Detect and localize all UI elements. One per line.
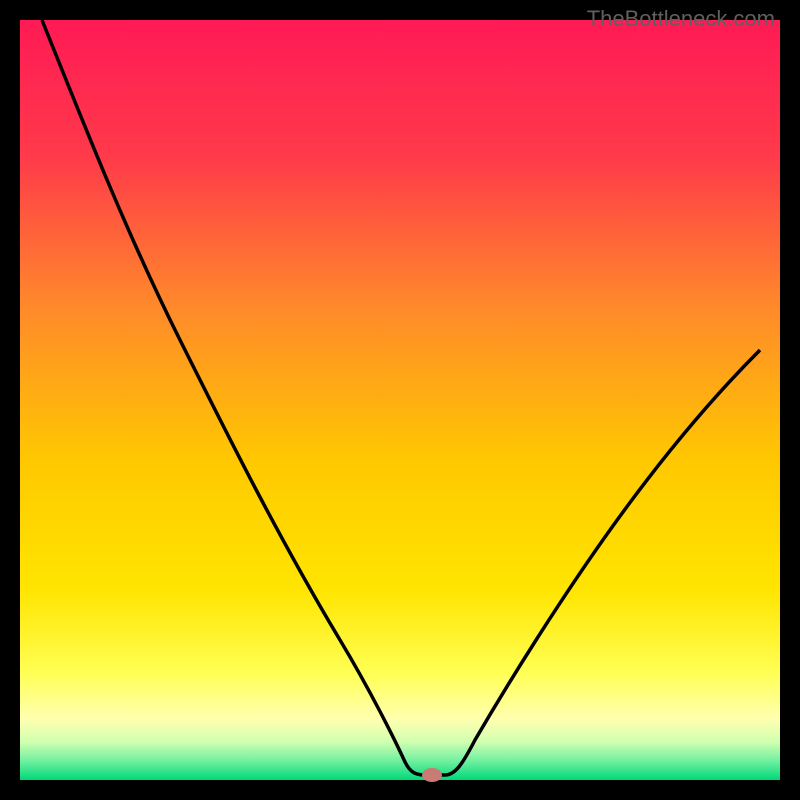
plot-background [20, 20, 780, 780]
minimum-marker [422, 768, 442, 782]
watermark-text: TheBottleneck.com [587, 6, 775, 32]
chart-svg [0, 0, 800, 800]
bottleneck-chart: TheBottleneck.com [0, 0, 800, 800]
